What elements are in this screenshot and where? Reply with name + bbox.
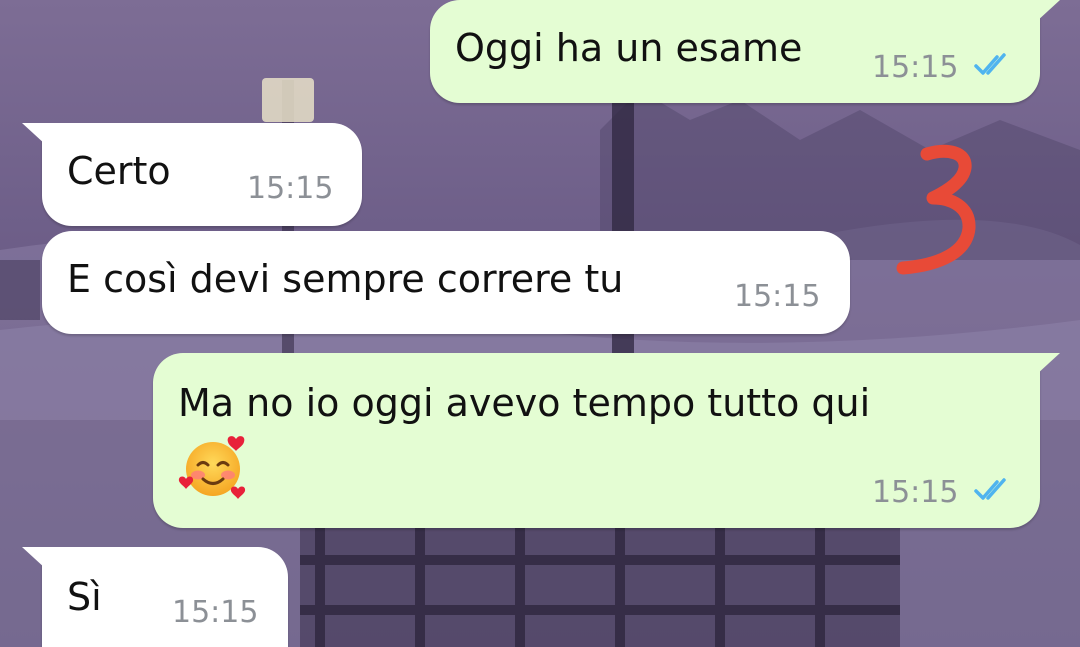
- message-bubble-outgoing[interactable]: Ma no io oggi avevo tempo tutto qui 15:1…: [153, 353, 1060, 528]
- smiling-face-with-hearts-icon: [178, 436, 246, 499]
- double-check-read-icon: [974, 53, 1006, 75]
- message-timestamp: 15:15: [872, 475, 959, 510]
- message-bubble-incoming[interactable]: E così devi sempre correre tu 15:15: [42, 231, 850, 334]
- message-bubble-incoming[interactable]: Certo 15:15: [22, 123, 362, 226]
- message-timestamp: 15:15: [872, 50, 959, 85]
- message-timestamp: 15:15: [172, 595, 259, 630]
- handwritten-annotation-3-icon: [896, 144, 976, 275]
- message-text: Sì: [67, 575, 102, 619]
- message-bubble-outgoing[interactable]: Oggi ha un esame 15:15: [430, 0, 1060, 103]
- message-text: Oggi ha un esame: [455, 26, 803, 70]
- bubble-tail: [22, 123, 46, 145]
- message-text: E così devi sempre correre tu: [67, 257, 624, 301]
- message-timestamp: 15:15: [734, 279, 821, 314]
- bubble-tail: [22, 547, 46, 569]
- message-text: Certo: [67, 149, 171, 193]
- bubble-tail: [1036, 353, 1060, 375]
- message-bubble-incoming[interactable]: Sì 15:15: [22, 547, 288, 647]
- double-check-read-icon: [974, 478, 1006, 500]
- message-text: Ma no io oggi avevo tempo tutto qui: [178, 381, 871, 425]
- bubble-tail: [1036, 0, 1060, 22]
- message-timestamp: 15:15: [247, 171, 334, 206]
